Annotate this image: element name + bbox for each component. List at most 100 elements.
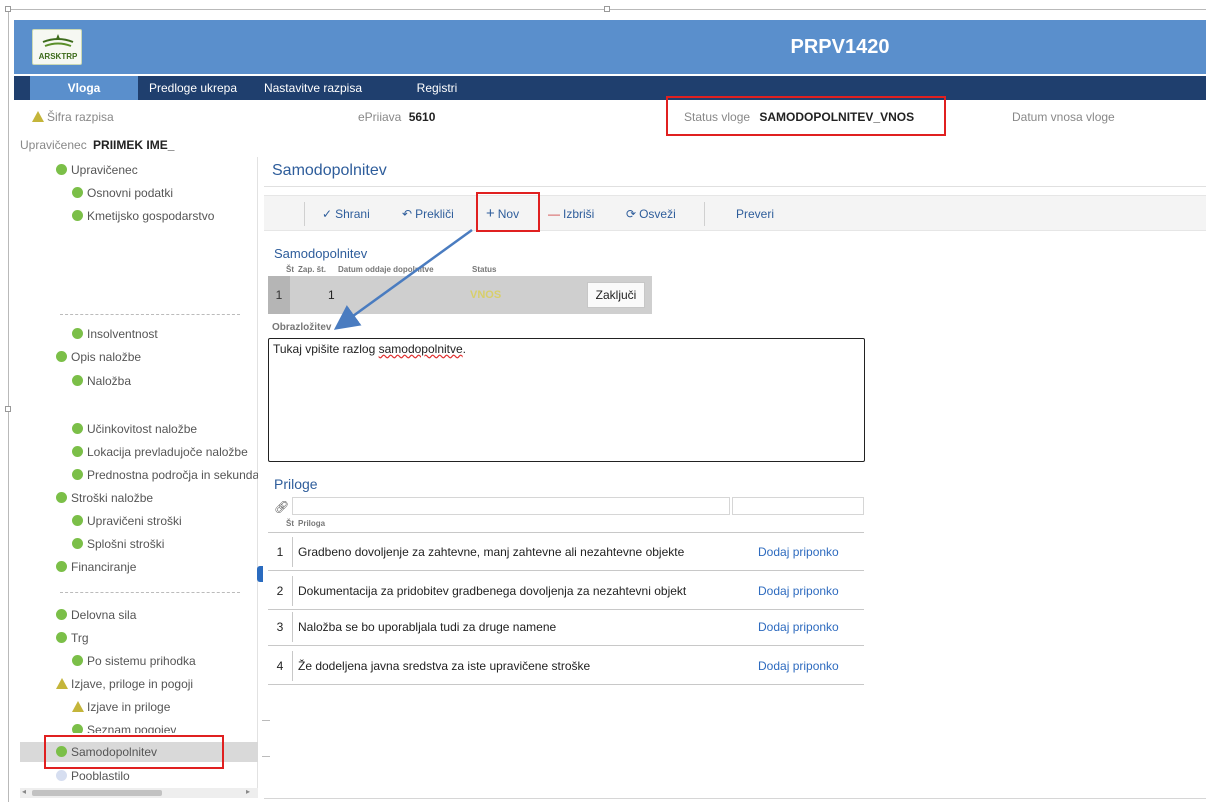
sidebar-item-label: Upravičeni stroški	[87, 514, 182, 528]
resize-handle[interactable]	[5, 406, 11, 412]
sidebar-item-osnovni-podatki[interactable]: Osnovni podatki	[72, 184, 173, 202]
upravicenec: Upravičenec PRIIMEK IME_	[20, 138, 174, 152]
main-nav: Vloga Predloge ukrepa Nastavitve razpisa…	[14, 76, 1206, 100]
status-ok-icon	[56, 561, 67, 572]
logo-emblem-icon	[42, 34, 74, 47]
textarea-text-misspelled: samodopolnitve	[378, 342, 463, 356]
tab-registri[interactable]: Registri	[402, 76, 472, 100]
undo-icon: ↶	[402, 207, 413, 221]
sidebar-item-seznam-pogojev[interactable]: Seznam pogojev	[72, 721, 176, 733]
sidebar-item-label: Trg	[71, 631, 89, 645]
epriiava: ePriiava 5610	[358, 110, 435, 124]
sidebar-item-samodopolnitev[interactable]: Samodopolnitev	[56, 743, 157, 761]
sidebar-item-izjave-priloge-pogoji[interactable]: Izjave, priloge in pogoji	[56, 675, 193, 693]
sidebar-item-trg[interactable]: Trg	[56, 629, 89, 647]
toolbar-separator	[704, 202, 705, 226]
sidebar-item-label: Učinkovitost naložbe	[87, 422, 198, 436]
sidebar-item-prednostna-podrocja[interactable]: Prednostna področja in sekunda	[72, 466, 258, 484]
status-ok-icon	[72, 469, 83, 480]
table-row[interactable]: 2 Dokumentacija za pridobitev gradbenega…	[268, 572, 864, 610]
sidebar-item-splosni-stroski[interactable]: Splošni stroški	[72, 535, 164, 553]
tab-predloge-ukrepa[interactable]: Predloge ukrepa	[144, 76, 242, 100]
sidebar-item-label: Opis naložbe	[71, 350, 142, 364]
sidebar-scrollbar-thumb[interactable]	[32, 790, 162, 796]
refresh-icon: ⟳	[626, 207, 637, 221]
resize-handle[interactable]	[5, 6, 11, 12]
sidebar-item-label: Splošni stroški	[87, 537, 165, 551]
save-button[interactable]: ✓ Shrani	[322, 205, 370, 223]
cancel-button[interactable]: ↶ Prekliči	[402, 205, 454, 223]
toolbar-separator	[304, 202, 305, 226]
status-vloge: Status vloge SAMODOPOLNITEV_VNOS	[684, 110, 914, 124]
plus-icon: +	[486, 205, 495, 222]
add-attachment-link[interactable]: Dodaj priponko	[758, 572, 839, 610]
table-row[interactable]: 3 Naložba se bo uporabljala tudi za drug…	[268, 608, 864, 646]
textarea-text: Tukaj vpišite razlog	[273, 342, 379, 356]
row-num: 4	[276, 659, 284, 673]
priloge-filter-input-2[interactable]	[732, 497, 864, 515]
collapsed-items-divider	[60, 314, 240, 315]
upravicenec-value: PRIIMEK IME_	[93, 138, 175, 152]
add-attachment-link[interactable]: Dodaj priponko	[758, 533, 839, 571]
page-title: Samodopolnitev	[272, 162, 387, 179]
row-num: 3	[276, 620, 284, 634]
status-label: Status vloge	[684, 110, 751, 124]
sidebar-item-label: Lokacija prevladujoče naložbe	[87, 445, 248, 459]
sifra-razpisa: Šifra razpisa	[32, 110, 114, 124]
sidebar-item-financiranje[interactable]: Financiranje	[56, 558, 136, 576]
sidebar-item-label: Po sistemu prihodka	[87, 654, 196, 668]
resize-handle[interactable]	[604, 6, 610, 12]
scroll-right-icon[interactable]: ▸	[246, 787, 250, 796]
delete-button[interactable]: — Izbriši	[548, 205, 594, 223]
row-num: 2	[276, 584, 284, 598]
sidebar-item-label: Financiranje	[71, 560, 137, 574]
refresh-button[interactable]: ⟳ Osveži	[626, 205, 676, 223]
tab-vloga[interactable]: Vloga	[30, 76, 138, 100]
sidebar-item-label: Izjave in priloge	[87, 700, 171, 714]
sidebar-item-label: Osnovni podatki	[87, 186, 174, 200]
collapsed-items-divider	[60, 592, 240, 593]
priloga-name: Že dodeljena javna sredstva za iste upra…	[298, 659, 591, 673]
priloge-filter-input[interactable]	[292, 497, 730, 515]
table-row[interactable]: 4 Že dodeljena javna sredstva za iste up…	[268, 647, 864, 685]
sidebar-item-stroski-nalozbe[interactable]: Stroški naložbe	[56, 489, 153, 507]
status-ok-icon	[72, 328, 83, 339]
add-attachment-link[interactable]: Dodaj priponko	[758, 608, 839, 646]
status-ok-icon	[72, 187, 83, 198]
sidebar-item-upraviceni-stroski[interactable]: Upravičeni stroški	[72, 512, 182, 530]
sidebar-item-label: Izjave, priloge in pogoji	[71, 677, 194, 691]
sidebar-item-kmetijsko-gospodarstvo[interactable]: Kmetijsko gospodarstvo	[72, 207, 214, 225]
annotation-arrow	[333, 228, 473, 330]
sidebar-item-label: Upravičenec	[71, 163, 138, 177]
status-ok-icon	[56, 632, 67, 643]
sidebar-item-ucinkovitost-nalozbe[interactable]: Učinkovitost naložbe	[72, 420, 197, 438]
sidebar-item-lokacija[interactable]: Lokacija prevladujoče naložbe	[72, 443, 248, 461]
priloga-name: Naložba se bo uporabljala tudi za druge …	[298, 620, 557, 634]
check-button[interactable]: Preveri	[736, 205, 774, 223]
sidebar-item-pooblastilo[interactable]: Pooblastilo	[56, 767, 130, 785]
sidebar-item-opis-nalozbe[interactable]: Opis naložbe	[56, 348, 141, 366]
status-ok-icon	[56, 351, 67, 362]
new-button[interactable]: + Nov	[486, 205, 519, 223]
datum-vnosa-label: Datum vnosa vloge	[1012, 110, 1115, 124]
zakljuci-button[interactable]: Zaključi	[587, 282, 645, 308]
sidebar-item-insolventnost[interactable]: Insolventnost	[72, 325, 158, 343]
logo: ARSKTRP	[32, 29, 82, 65]
sidebar-item-po-sistemu-prihodka[interactable]: Po sistemu prihodka	[72, 652, 196, 670]
scroll-left-icon[interactable]: ◂	[22, 787, 26, 796]
refresh-label: Osveži	[639, 207, 676, 221]
status-ok-icon	[72, 375, 83, 386]
obrazlozitev-textarea[interactable]: Tukaj vpišite razlog samodopolnitve.	[268, 338, 865, 462]
collapse-sidebar-handle[interactable]	[257, 566, 263, 582]
table-row[interactable]: 1 Gradbeno dovoljenje za zahtevne, manj …	[268, 533, 864, 571]
sidebar-item-nalozba[interactable]: Naložba	[72, 372, 131, 390]
status-ok-icon	[72, 515, 83, 526]
sidebar-item-delovna-sila[interactable]: Delovna sila	[56, 606, 136, 624]
status-ok-icon	[56, 492, 67, 503]
tab-nastavitve-razpisa[interactable]: Nastavitve razpisa	[254, 76, 372, 100]
col-header-st: Št	[286, 519, 294, 528]
link-icon[interactable]: 🔗︎	[274, 500, 289, 514]
sidebar-item-izjave-in-priloge[interactable]: Izjave in priloge	[72, 698, 170, 716]
sidebar-item-upravicenec[interactable]: Upravičenec	[56, 161, 138, 179]
add-attachment-link[interactable]: Dodaj priponko	[758, 647, 839, 685]
